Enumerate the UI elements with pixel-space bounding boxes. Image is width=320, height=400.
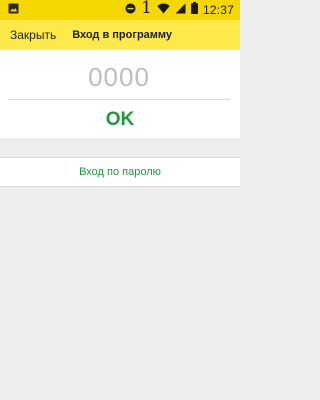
status-bar: 1 12:37 [0, 0, 240, 20]
image-icon [8, 1, 19, 19]
do-not-disturb-icon [125, 1, 136, 19]
password-login-button[interactable]: Вход по паролю [0, 157, 240, 187]
status-time: 12:37 [202, 3, 234, 17]
app-bar: Закрыть Вход в программу [0, 20, 240, 50]
battery-icon [190, 1, 198, 19]
page-title: Вход в программу [72, 29, 173, 41]
wifi-icon [157, 1, 170, 19]
cell-signal-icon [175, 1, 186, 19]
close-button[interactable]: Закрыть [10, 28, 56, 42]
ok-button[interactable]: OK [0, 102, 240, 138]
pin-input[interactable] [8, 56, 230, 100]
status-indicator: 1 [141, 0, 152, 18]
pin-panel: OK [0, 50, 240, 138]
